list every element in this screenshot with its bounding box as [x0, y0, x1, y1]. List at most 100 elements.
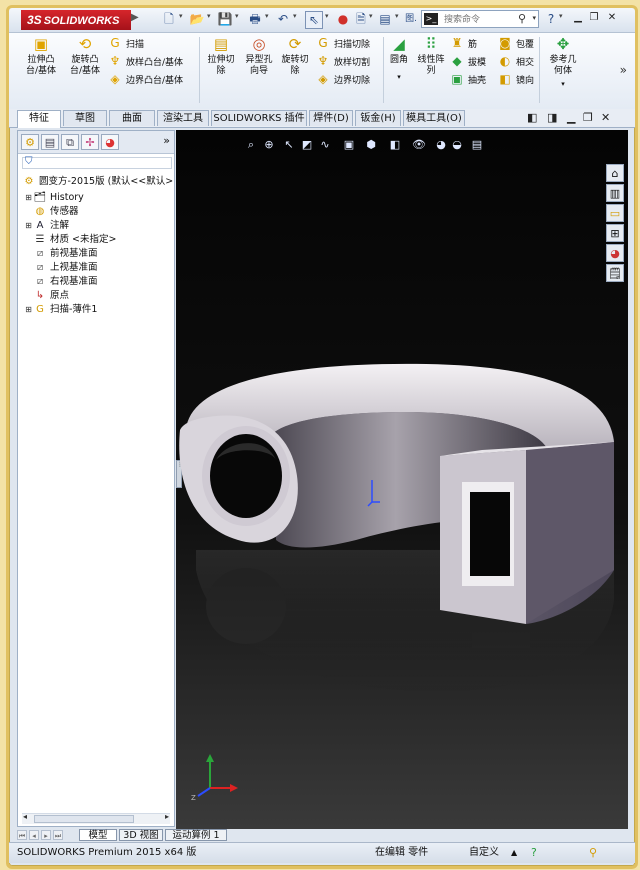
doc-minimize-button[interactable]: ▁: [567, 111, 575, 124]
panel-more-icon[interactable]: »: [163, 134, 170, 147]
tab-features[interactable]: 特征: [17, 110, 61, 128]
fillet-button[interactable]: ◢ 圆角 ▾: [385, 35, 413, 83]
tree-item-right-plane[interactable]: ⧄ 右视基准面: [24, 275, 98, 289]
lofted-cut-button[interactable]: ♆ 放样切割: [315, 53, 370, 69]
tab-model[interactable]: 模型: [79, 829, 117, 841]
magnifier-icon[interactable]: ⚲: [518, 12, 526, 25]
tab-sketch[interactable]: 草图: [63, 110, 107, 126]
first-tab-icon[interactable]: ⏮: [17, 830, 27, 840]
tab-render-tools[interactable]: 渲染工具: [157, 110, 209, 126]
property-manager-tab-icon[interactable]: ▤: [41, 134, 59, 150]
units-arrow-icon[interactable]: ▲: [511, 843, 517, 863]
tile-icon[interactable]: ◨: [547, 111, 557, 124]
scroll-right-icon[interactable]: ▸: [165, 812, 169, 821]
save-icon[interactable]: 💾: [217, 11, 233, 27]
scroll-left-icon[interactable]: ◂: [23, 812, 27, 821]
pin-icon[interactable]: ◧: [527, 111, 537, 124]
feature-manager-tab-icon[interactable]: ⚙: [21, 134, 39, 150]
save-dropdown-icon[interactable]: ▾: [235, 12, 239, 20]
mirror-button[interactable]: ◧ 镜向: [497, 71, 534, 87]
logo-menu-arrow-icon[interactable]: ▶: [131, 12, 139, 23]
expand-icon[interactable]: ⊞: [24, 219, 33, 233]
rebuild-status-icon[interactable]: ⚲: [589, 843, 597, 863]
extrude-boss-button[interactable]: ▣ 拉伸凸 台/基体: [21, 35, 61, 77]
graphics-area[interactable]: ⌕ ⊕ ↖ ◩ ∿ ▣ ⬢ ◧ 👁 ◕ ◒ ▤ ⌂ ▥ ▭ ⊞ ◕ 🗒 ⋮ Z: [176, 130, 628, 830]
undo-dropdown-icon[interactable]: ▾: [293, 12, 297, 20]
expand-icon[interactable]: ⊞: [24, 303, 33, 317]
fillet-dropdown-icon[interactable]: ▾: [385, 72, 413, 83]
tree-item-origin[interactable]: ↳ 原点: [24, 289, 69, 303]
tree-filter[interactable]: ⛉: [22, 156, 172, 169]
print-dropdown-icon[interactable]: ▾: [265, 12, 269, 20]
expand-icon[interactable]: ⊞: [24, 191, 33, 205]
open-folder-icon[interactable]: 📂: [189, 11, 205, 27]
next-tab-icon[interactable]: ▸: [41, 830, 51, 840]
intersect-button[interactable]: ◐ 相交: [497, 53, 534, 69]
tab-surfaces[interactable]: 曲面: [109, 110, 155, 126]
tree-item-material[interactable]: ☰ 材质 <未指定>: [24, 233, 117, 247]
search-dropdown-icon[interactable]: ▾: [532, 14, 536, 22]
select-dropdown-icon[interactable]: ▾: [325, 12, 329, 20]
tree-root-part[interactable]: ⚙ 圆变方-2015版 (默认<<默认>: [22, 175, 174, 189]
boundary-boss-button[interactable]: ◈ 边界凸台/基体: [107, 71, 183, 87]
scroll-thumb[interactable]: [34, 815, 134, 823]
options-icon[interactable]: ▤: [377, 11, 393, 27]
draft-button[interactable]: ◆ 拔模: [449, 53, 486, 69]
more-commands-icon[interactable]: »: [620, 63, 627, 77]
help-dropdown-icon[interactable]: ▾: [559, 12, 563, 20]
units-status[interactable]: 自定义: [469, 843, 499, 863]
tree-item-sweep-thin[interactable]: ⊞ G 扫描-薄件1: [24, 303, 97, 317]
help-icon[interactable]: ?: [543, 11, 559, 27]
swept-cut-button[interactable]: G 扫描切除: [315, 35, 370, 51]
close-button[interactable]: ✕: [605, 11, 619, 25]
horizontal-scrollbar[interactable]: ◂ ▸: [22, 812, 170, 824]
tab-sheet-metal[interactable]: 钣金(H): [355, 110, 401, 126]
options-dropdown-icon[interactable]: ▾: [395, 12, 399, 20]
revolve-cut-button[interactable]: ⟳ 旋转切 除: [275, 35, 315, 77]
reference-geometry-dropdown-icon[interactable]: ▾: [543, 79, 583, 90]
customize-icon[interactable]: 图.: [403, 11, 419, 27]
search-input[interactable]: [442, 12, 516, 28]
rebuild-traffic-light-icon[interactable]: ●: [335, 11, 351, 27]
tab-weldments[interactable]: 焊件(D): [309, 110, 353, 126]
rib-button[interactable]: ♜ 筋: [449, 35, 477, 51]
configuration-manager-tab-icon[interactable]: ⧉: [61, 134, 79, 150]
reference-geometry-button[interactable]: ✥ 参考几 何体 ▾: [543, 35, 583, 90]
tab-solidworks-addins[interactable]: SOLIDWORKS 插件: [211, 110, 307, 126]
help-status-icon[interactable]: ?: [531, 843, 537, 863]
file-properties-icon[interactable]: 🗎: [353, 11, 369, 27]
revolve-boss-button[interactable]: ⟲ 旋转凸 台/基体: [65, 35, 105, 77]
linear-pattern-button[interactable]: ⠿ 线性阵 列: [413, 35, 449, 77]
select-pointer-icon[interactable]: ⇖: [305, 11, 323, 29]
tab-mold-tools[interactable]: 模具工具(O): [403, 110, 465, 126]
tree-item-sensors[interactable]: ◍ 传感器: [24, 205, 79, 219]
tree-item-top-plane[interactable]: ⧄ 上视基准面: [24, 261, 98, 275]
sweep-button[interactable]: G 扫描: [107, 35, 144, 51]
tree-item-history[interactable]: ⊞ 🗂 History: [24, 191, 84, 205]
prev-tab-icon[interactable]: ◂: [29, 830, 39, 840]
last-tab-icon[interactable]: ⏭: [53, 830, 63, 840]
new-dropdown-icon[interactable]: ▾: [179, 12, 183, 20]
tab-motion-study[interactable]: 运动算例 1: [165, 829, 227, 841]
extrude-cut-button[interactable]: ▤ 拉伸切 除: [201, 35, 241, 77]
doc-restore-button[interactable]: ❐: [583, 111, 593, 124]
properties-dropdown-icon[interactable]: ▾: [369, 12, 373, 20]
open-dropdown-icon[interactable]: ▾: [207, 12, 211, 20]
doc-close-button[interactable]: ✕: [601, 111, 610, 124]
tab-3d-views[interactable]: 3D 视图: [119, 829, 163, 841]
dimxpert-tab-icon[interactable]: ✢: [81, 134, 99, 150]
wrap-button[interactable]: ◙ 包覆: [497, 35, 534, 51]
new-document-icon[interactable]: 🗋: [161, 11, 177, 27]
search-commands-box[interactable]: >_ ⚲ ▾: [421, 10, 539, 28]
display-manager-tab-icon[interactable]: ◕: [101, 134, 119, 150]
restore-button[interactable]: ❐: [587, 11, 601, 25]
hole-wizard-button[interactable]: ◎ 异型孔 向导: [239, 35, 279, 77]
tree-item-annotations[interactable]: ⊞ A 注解: [24, 219, 69, 233]
print-icon[interactable]: 🖶: [247, 11, 263, 27]
shell-button[interactable]: ▣ 抽壳: [449, 71, 486, 87]
minimize-button[interactable]: ▁: [571, 11, 585, 25]
undo-icon[interactable]: ↶: [275, 11, 291, 27]
boundary-cut-button[interactable]: ◈ 边界切除: [315, 71, 370, 87]
tree-item-front-plane[interactable]: ⧄ 前视基准面: [24, 247, 98, 261]
loft-boss-button[interactable]: ♆ 放样凸台/基体: [107, 53, 183, 69]
